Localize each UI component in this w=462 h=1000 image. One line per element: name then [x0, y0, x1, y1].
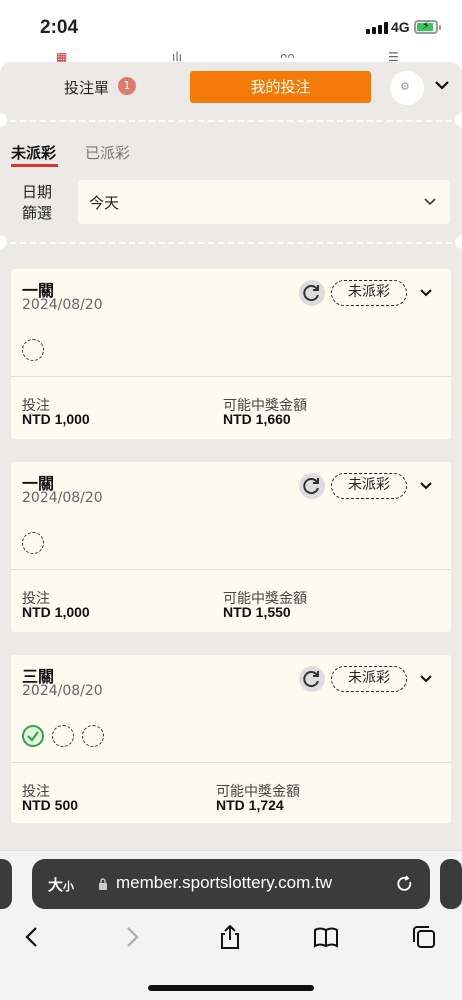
leg-pending-icon — [22, 339, 44, 361]
chevron-down-icon[interactable] — [432, 75, 452, 95]
lock-icon — [99, 878, 107, 890]
leg-pending-icon — [82, 725, 104, 747]
active-tab-indicator — [11, 164, 58, 167]
ticket-notch — [455, 235, 462, 249]
refresh-button[interactable] — [299, 473, 325, 499]
status-badge: 未派彩 — [331, 473, 407, 499]
url-text: member.sportslottery.com.tw — [116, 873, 333, 892]
text-size-button[interactable]: 大小 — [48, 874, 74, 895]
ticket-notch — [0, 113, 7, 127]
share-icon[interactable] — [216, 923, 244, 951]
chevron-down-icon[interactable] — [418, 478, 434, 494]
refresh-button[interactable] — [299, 280, 325, 306]
status-bar: 2:04 4G ⚡ — [0, 0, 462, 48]
divider — [10, 120, 452, 122]
status-badge: 未派彩 — [331, 666, 407, 692]
browser-toolbar: 大小 member.sportslottery.com.tw — [0, 850, 462, 1000]
refresh-icon — [303, 478, 319, 495]
clock: 2:04 — [40, 17, 79, 38]
chevron-down-icon[interactable] — [418, 671, 434, 687]
signal-icon — [366, 22, 390, 34]
chevron-down-icon — [424, 198, 436, 206]
bet-date: 2024/08/20 — [22, 683, 103, 699]
leg-won-icon — [22, 725, 44, 747]
payout-value: NTD 1,724 — [216, 797, 284, 813]
betslip-count-badge: 1 — [118, 77, 136, 95]
tabs-icon[interactable] — [410, 923, 438, 951]
bet-date: 2024/08/20 — [22, 490, 103, 506]
reload-icon[interactable] — [395, 874, 415, 894]
stake-value: NTD 500 — [22, 797, 79, 813]
bet-date: 2024/08/20 — [22, 297, 103, 313]
tab-unsettled[interactable]: 未派彩 — [11, 142, 56, 163]
tab-settled[interactable]: 已派彩 — [85, 142, 130, 163]
back-icon[interactable] — [18, 923, 46, 951]
stake-value: NTD 1,000 — [22, 604, 90, 620]
date-filter-value: 今天 — [89, 194, 120, 212]
settings-button[interactable]: ⚙ — [390, 71, 424, 105]
bookmarks-icon[interactable] — [312, 923, 340, 951]
payout-value: NTD 1,550 — [223, 604, 291, 620]
bet-card[interactable]: 一關 2024/08/20 未派彩 投注 NTD 1,000 可能中獎金額 NT… — [11, 462, 451, 632]
forward-icon[interactable] — [118, 923, 146, 951]
stake-value: NTD 1,000 — [22, 411, 90, 427]
status-badge: 未派彩 — [331, 280, 407, 306]
betslip-tab[interactable]: 投注單 — [64, 77, 109, 98]
leg-pending-icon — [52, 725, 74, 747]
divider — [11, 569, 451, 570]
battery-icon: ⚡ — [414, 19, 441, 34]
refresh-icon — [303, 671, 319, 688]
bet-card[interactable]: 一關 2024/08/20 未派彩 投注 NTD 1,000 可能中獎金額 NT… — [11, 269, 451, 439]
refresh-icon — [303, 285, 319, 302]
date-filter-select[interactable]: 今天 — [78, 180, 450, 224]
divider — [11, 376, 451, 377]
leg-pending-icon — [22, 532, 44, 554]
next-tab-peek[interactable] — [440, 859, 462, 909]
network-type: 4G — [391, 19, 410, 35]
chevron-down-icon[interactable] — [418, 285, 434, 301]
address-bar[interactable]: 大小 member.sportslottery.com.tw — [32, 859, 430, 909]
bet-sheet: 投注單 1 我的投注 ⚙ 未派彩 已派彩 日期篩選 今天 一關 2024/08/… — [0, 62, 462, 862]
settings-icon: ⚙ — [400, 80, 410, 93]
ticket-notch — [455, 113, 462, 127]
divider — [10, 242, 452, 244]
my-bets-button[interactable]: 我的投注 — [190, 71, 371, 103]
bet-sheet-header: 投注單 1 我的投注 ⚙ — [0, 62, 462, 112]
previous-tab-peek[interactable] — [0, 859, 12, 909]
home-indicator — [148, 985, 314, 991]
divider — [11, 762, 451, 763]
payout-value: NTD 1,660 — [223, 411, 291, 427]
ticket-notch — [0, 235, 7, 249]
bet-card[interactable]: 三關 2024/08/20 未派彩 投注 NTD 500 可能中獎金額 NTD … — [11, 655, 451, 823]
date-filter-label: 日期篩選 — [22, 183, 53, 222]
refresh-button[interactable] — [299, 666, 325, 692]
